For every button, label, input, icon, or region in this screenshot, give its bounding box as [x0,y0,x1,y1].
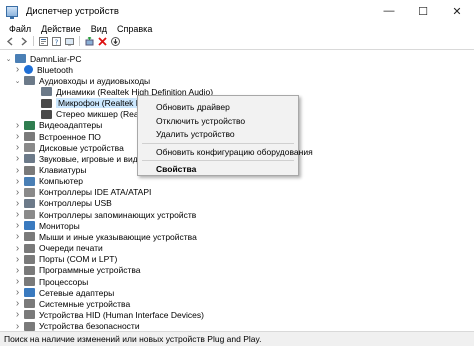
tree-node-label: Bluetooth [37,64,73,75]
scan-icon[interactable] [64,36,75,47]
ctx-disable-device[interactable]: Отключить устройство [156,116,245,126]
minimize-button[interactable]: — [372,0,406,22]
expand-arrow-icon[interactable]: › [13,321,22,332]
storage-controller-icon [24,210,35,220]
status-text: Поиск на наличие изменений или новых уст… [4,334,262,344]
tree-node-label: Программные устройства [39,265,141,276]
enable-icon[interactable] [110,36,121,47]
ctx-separator [142,143,294,144]
computer-icon [15,54,26,63]
tree-node-label: Контроллеры запоминающих устройств [39,209,197,220]
ctx-uninstall-device[interactable]: Удалить устройство [156,129,235,139]
mixer-icon [41,109,52,119]
tree-node-label: Системные устройства [39,298,131,309]
disk-icon [24,143,35,153]
tree-node-label: Очереди печати [39,243,103,254]
menu-view[interactable]: Вид [86,24,112,34]
keyboard-icon [24,165,35,175]
computer-icon [24,176,35,186]
hid-icon [24,310,35,320]
ide-controller-icon [24,187,35,197]
title-bar: Диспетчер устройств — ☐ ✕ [0,0,474,22]
network-adapter-icon [24,288,35,298]
menu-bar: Файл Действие Вид Справка [0,22,474,36]
collapse-arrow-icon[interactable]: ⌄ [4,55,13,63]
back-icon[interactable] [5,36,16,47]
tree-node-label: Компьютер [39,176,83,187]
firmware-icon [24,132,35,142]
context-menu: Обновить драйвер Отключить устройство Уд… [137,95,313,176]
tree-node-label: Мыши и иные указывающие устройства [39,231,197,242]
close-button[interactable]: ✕ [440,0,474,22]
tree-node-label: Аудиовходы и аудиовыходы [39,75,151,86]
tree-node-label: Устройства безопасности [39,321,140,332]
microphone-icon [41,98,52,108]
tree-node-label: Контроллеры IDE ATA/ATAPI [39,187,152,198]
tree-node-label: DamnLiar-PC [30,53,82,64]
tree-node-label: Устройства HID (Human Interface Devices) [39,309,204,320]
audio-icon [24,76,35,86]
tree-node-label: Контроллеры USB [39,198,112,209]
tree-node-label: Мониторы [39,220,80,231]
update-driver-icon[interactable] [84,36,95,47]
properties-icon[interactable] [38,36,49,47]
tree-node-label: Порты (COM и LPT) [39,254,118,265]
toolbar-separator [33,36,34,46]
toolbar-separator [79,36,80,46]
device-tree: ⌄ DamnLiar-PC › Bluetooth ⌄ Аудиовходы и ауди… [0,49,474,332]
tree-node-label: Процессоры [39,276,89,287]
toolbar: ? [0,35,474,47]
speaker-icon [41,87,52,97]
tree-node-label: Сетевые адаптеры [39,287,115,298]
help-icon[interactable]: ? [51,36,62,47]
security-device-icon [24,321,35,331]
ctx-update-driver[interactable]: Обновить драйвер [156,102,230,112]
usb-icon [24,198,35,208]
window-controls: — ☐ ✕ [372,0,474,22]
ctx-properties[interactable]: Свойства [156,164,196,174]
svg-text:?: ? [55,38,59,46]
status-bar: Поиск на наличие изменений или новых уст… [0,331,474,346]
processor-icon [24,277,35,286]
uninstall-icon[interactable] [97,36,108,47]
port-icon [24,254,35,264]
sound-icon [24,154,35,164]
forward-icon[interactable] [18,36,29,47]
tree-node-label: Дисковые устройства [39,142,124,153]
menu-file[interactable]: Файл [4,24,36,34]
display-adapter-icon [24,120,35,130]
software-device-icon [24,265,35,275]
mouse-icon [24,232,35,242]
tree-node-label: Встроенное ПО [39,131,101,142]
collapse-arrow-icon[interactable]: ⌄ [13,77,22,85]
ctx-separator [142,160,294,161]
tree-node-label: Видеоадаптеры [39,120,103,131]
window-title: Диспетчер устройств [26,5,119,17]
maximize-button[interactable]: ☐ [406,0,440,22]
menu-action[interactable]: Действие [36,24,86,34]
system-device-icon [24,299,35,309]
monitor-icon [24,221,35,231]
ctx-scan-hardware[interactable]: Обновить конфигурацию оборудования [156,147,313,157]
menu-help[interactable]: Справка [112,24,157,34]
device-manager-icon [6,5,18,19]
tree-node-label: Клавиатуры [39,165,87,175]
bluetooth-icon [24,65,33,75]
print-queue-icon [24,243,35,253]
